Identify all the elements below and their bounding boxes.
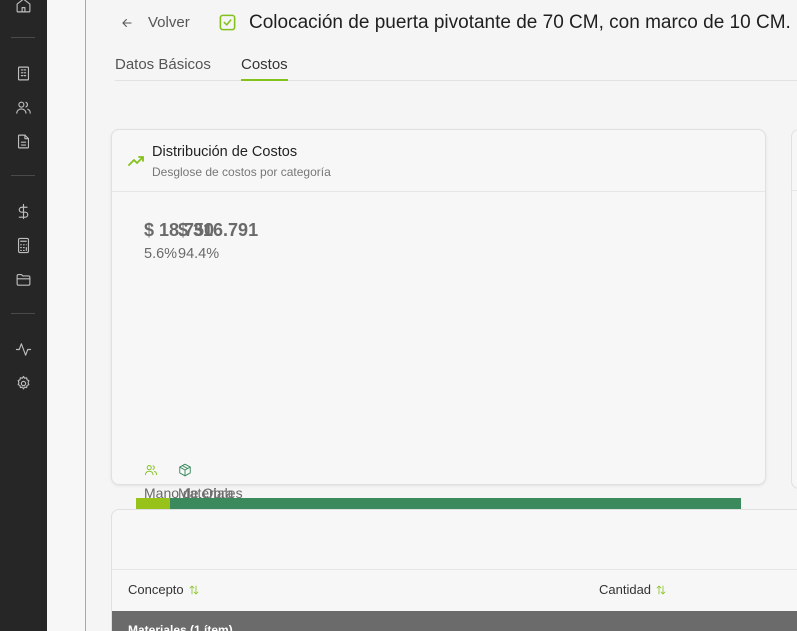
- back-label: Volver: [148, 14, 190, 31]
- folder-icon[interactable]: [14, 270, 32, 288]
- home-icon[interactable]: [14, 0, 32, 14]
- column-label: Concepto: [128, 582, 184, 597]
- side-card-divider: [791, 190, 797, 191]
- card-subtitle: Desglose de costos por categoría: [152, 165, 331, 179]
- calculator-icon[interactable]: [14, 236, 32, 254]
- table-group-row[interactable]: Materiales (1 ítem): [112, 611, 797, 631]
- building-icon[interactable]: [14, 64, 32, 82]
- page-title: Colocación de puerta pivotante de 70 CM,…: [249, 12, 791, 33]
- check-square-icon: [218, 13, 237, 32]
- materials-value: $ 316.791: [178, 220, 259, 240]
- column-header-concepto[interactable]: Concepto: [128, 582, 200, 597]
- main-content: Volver Colocación de puerta pivotante de…: [86, 0, 797, 631]
- group-label: Materiales (1 ítem): [128, 623, 233, 631]
- labor-percent: 5.6%: [144, 246, 178, 262]
- rail-divider: [11, 313, 35, 314]
- card-title: Distribución de Costos: [152, 144, 298, 160]
- users-icon: [144, 463, 158, 482]
- rail-divider: [11, 37, 35, 38]
- table-header: Concepto Cantidad: [112, 569, 797, 611]
- package-icon: [178, 463, 192, 482]
- trending-up-icon: [128, 154, 144, 172]
- sort-icon: [656, 585, 666, 594]
- cost-table-card: Concepto Cantidad Materiales (1 ítem): [111, 509, 797, 631]
- arrow-left-icon: [122, 18, 132, 27]
- dollar-icon[interactable]: [14, 202, 32, 220]
- tab-datos-basicos[interactable]: Datos Básicos: [115, 56, 211, 81]
- rail-divider: [11, 175, 35, 176]
- materials-percent: 94.4%: [178, 246, 220, 262]
- back-button[interactable]: Volver: [120, 14, 190, 31]
- side-card-edge: [791, 129, 797, 489]
- tab-costos[interactable]: Costos: [241, 56, 288, 81]
- sort-icon: [189, 585, 199, 594]
- content-gutter: [47, 0, 86, 631]
- settings-icon[interactable]: [14, 374, 32, 392]
- document-icon[interactable]: [14, 132, 32, 150]
- users-icon[interactable]: [14, 98, 32, 116]
- cost-distribution-card: Distribución de Costos Desglose de costo…: [111, 129, 766, 501]
- column-label: Cantidad: [599, 582, 652, 597]
- column-header-cantidad[interactable]: Cantidad: [599, 582, 667, 597]
- tab-bar: Datos Básicos Costos: [115, 56, 797, 81]
- activity-icon[interactable]: [14, 340, 32, 358]
- card-header: Distribución de Costos Desglose de costo…: [112, 130, 765, 192]
- sidebar-rail: [0, 0, 47, 631]
